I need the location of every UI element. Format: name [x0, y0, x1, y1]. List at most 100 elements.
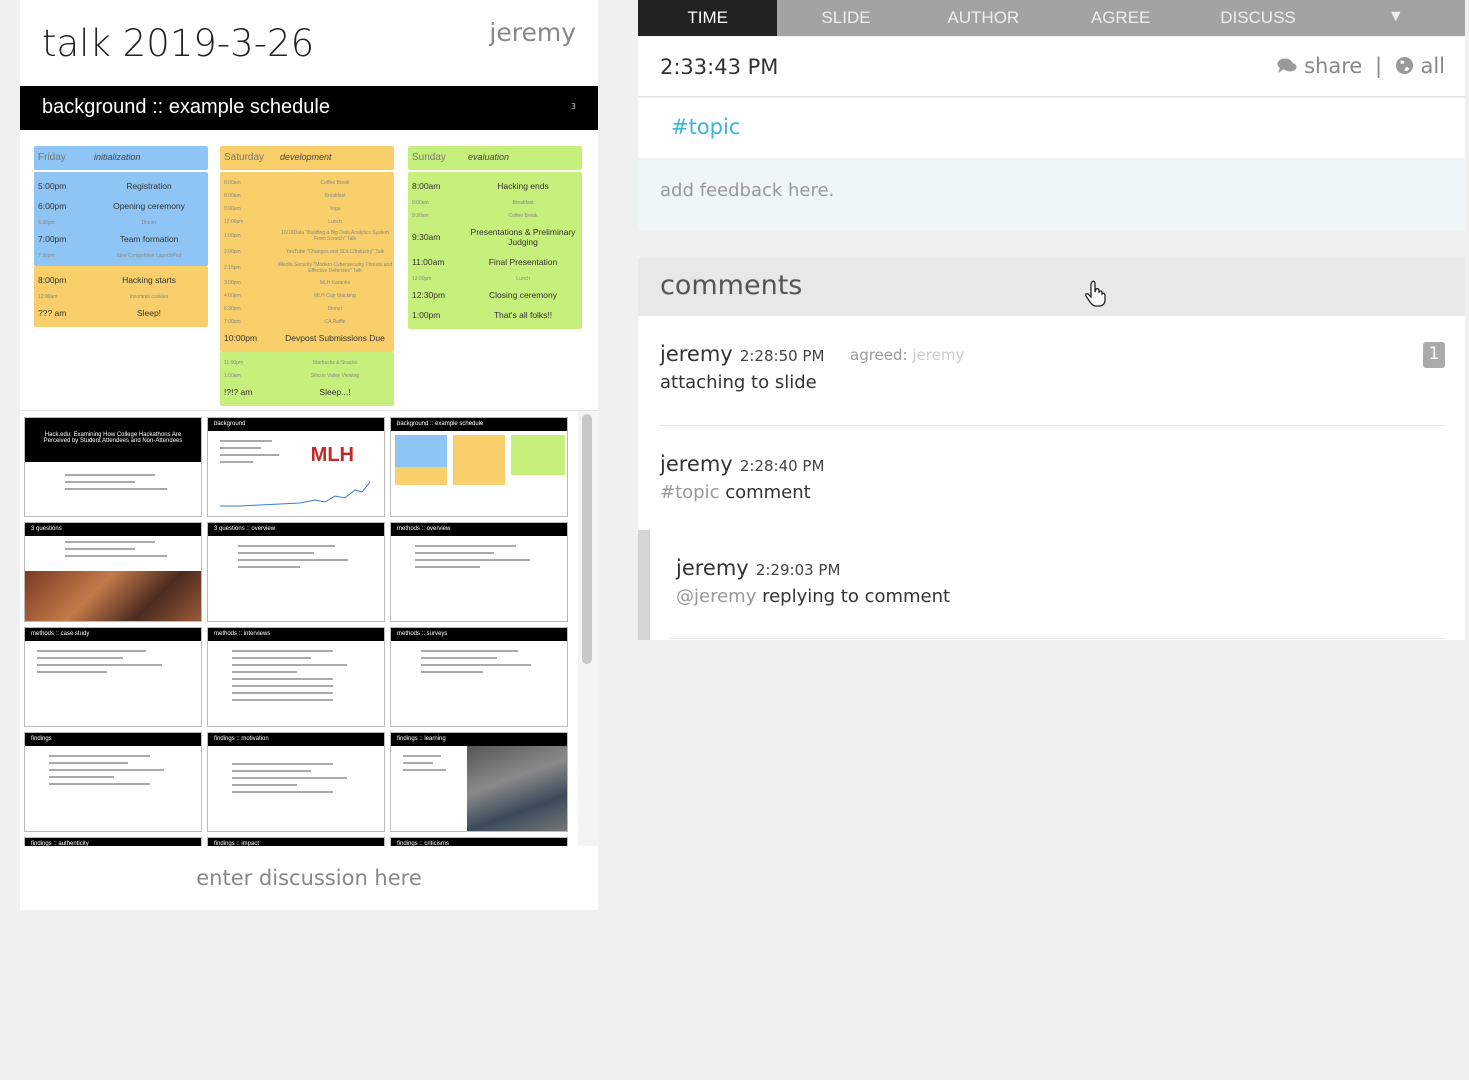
event-name: Sleep...!: [319, 387, 351, 397]
event-name: Breakfast: [324, 192, 346, 199]
event-name: Lunch: [328, 218, 342, 225]
current-time: 2:33:43 PM: [660, 55, 779, 79]
column-body: 8:00am Hacking ends 8:00am Breakfast 9:30a…: [408, 172, 582, 329]
schedule-column-saturday: Saturday development 8:00am Coffee Break …: [220, 146, 394, 406]
event-time: 6:30pm: [224, 305, 241, 312]
share-link[interactable]: share: [1277, 54, 1369, 78]
column-header: Friday initialization: [34, 146, 208, 170]
slide-thumbnail[interactable]: background MLH: [207, 417, 385, 517]
event-name: Closing ceremony: [488, 290, 558, 300]
event-time: 12:00pm: [224, 218, 244, 225]
event-name: Yoga: [329, 205, 341, 212]
event-name: Dinner: [141, 219, 157, 226]
slide-thumbnail[interactable]: methods :: overview: [390, 522, 568, 622]
slide-thumbnail[interactable]: findings: [24, 732, 202, 832]
event-time: 8:00am: [224, 192, 241, 199]
event-time: 12:30pm: [412, 290, 446, 300]
column-day: Saturday: [224, 152, 265, 163]
schedule-event: 8:00am Breakfast: [408, 196, 582, 209]
schedule-event: 12:30pm Closing ceremony: [408, 285, 582, 305]
event-name: Lunch: [516, 275, 530, 282]
event-time: 5:00pm: [38, 181, 67, 191]
event-name: That's all folks!!: [493, 310, 553, 320]
event-name: Registration: [126, 181, 172, 191]
comment-mention[interactable]: @jeremy: [676, 586, 756, 607]
event-time: 9:00am: [224, 205, 241, 212]
thumbnail-title: findings :: impact: [208, 838, 384, 846]
comment-author[interactable]: jeremy: [676, 556, 749, 580]
header-links: share | all: [1277, 54, 1445, 78]
thumbnail-title: findings :: motivation: [208, 733, 384, 746]
slide-thumbnail[interactable]: Hack.edu: Examining How College Hackatho…: [24, 417, 202, 517]
tab-agree[interactable]: AGREE: [1052, 0, 1189, 36]
event-name: Devpost Submissions Due: [285, 333, 385, 343]
event-name: Presentations & Preliminary Judging: [470, 227, 576, 247]
event-name: Team formation: [119, 234, 179, 244]
discussion-input[interactable]: enter discussion here: [20, 850, 598, 908]
schedule-event: 8:00am Breakfast: [220, 189, 394, 202]
tab-discuss[interactable]: DISCUSS: [1189, 0, 1326, 36]
tab-slide[interactable]: SLIDE: [777, 0, 914, 36]
event-name: Coffee Break: [508, 212, 538, 219]
tab-author[interactable]: AUTHOR: [915, 0, 1052, 36]
sort-tabs: TIME SLIDE AUTHOR AGREE DISCUSS ▼: [638, 0, 1465, 36]
schedule-event: 9:30am Presentations & Preliminary Judgin…: [408, 222, 582, 252]
slide-thumbnail[interactable]: background :: example schedule: [390, 417, 568, 517]
comment-author[interactable]: jeremy: [660, 342, 733, 366]
event-time: 4:00pm: [224, 292, 241, 299]
talk-title: talk 2019-3-26: [42, 22, 315, 65]
slide-title: background :: example schedule: [42, 96, 330, 118]
reply-item[interactable]: jeremy 2:29:03 PM @jeremy replying to co…: [676, 556, 1445, 607]
schedule-event: 1:00pm 10/10Data "Building a Big Data Ana…: [220, 228, 394, 244]
slide-thumbnail[interactable]: findings :: criticisms: [390, 837, 568, 846]
comment-topic-tag[interactable]: #topic: [660, 482, 719, 503]
event-name: Hacking ends: [497, 181, 549, 191]
tab-time[interactable]: TIME: [638, 0, 778, 36]
schedule-event: 1:00pm That's all folks!!: [408, 305, 582, 325]
slide-thumbnail[interactable]: 3 questions: [24, 522, 202, 622]
column-day: Friday: [38, 152, 66, 163]
comment-text: comment: [719, 482, 811, 503]
slide-thumbnail[interactable]: methods :: case study: [24, 627, 202, 727]
event-name: Starbucks & Snacks: [312, 359, 358, 366]
comment-item[interactable]: jeremy 2:28:40 PM #topic comment: [660, 452, 1445, 503]
all-link[interactable]: all: [1395, 54, 1445, 78]
thumbnail-title: 3 questions :: overview: [208, 523, 384, 536]
slide-thumbnail[interactable]: methods :: interviews: [207, 627, 385, 727]
comment-item[interactable]: jeremy 2:28:50 PM agreed: jeremy 1 attac…: [660, 342, 1445, 393]
event-name: YouTube "Changes and SDLC/Industry" Talk: [285, 249, 385, 255]
schedule-column-sunday: Sunday evaluation 8:00am Hacking ends 8:0…: [408, 146, 582, 329]
thumbnail-title: findings :: authenticity: [25, 838, 201, 846]
slide-thumbnail[interactable]: methods :: surveys: [390, 627, 568, 727]
event-name: Coffee Break: [320, 179, 350, 186]
schedule-event: 2:00pm YouTube "Changes and SDLC/Industry…: [220, 244, 394, 260]
slide-thumbnail[interactable]: findings :: authenticity: [24, 837, 202, 846]
topic-tag[interactable]: #topic: [671, 115, 740, 139]
slide-thumbnail[interactable]: findings :: learning: [390, 732, 568, 832]
thumbnail-title: 3 questions: [25, 523, 201, 536]
event-time: 8:00am: [412, 199, 429, 206]
tabs-dropdown-toggle[interactable]: ▼: [1327, 0, 1465, 36]
event-name: 10/10Data "Building a Big Data Analytics…: [281, 230, 389, 242]
schedule-event: 4:00pm MLH Cup Stacking: [220, 289, 394, 302]
talk-author[interactable]: jeremy: [489, 18, 576, 47]
slide-thumbnail[interactable]: findings :: motivation: [207, 732, 385, 832]
feedback-input-area[interactable]: add feedback here.: [638, 158, 1465, 230]
schedule-event: 12:00pm Lunch: [220, 215, 394, 228]
event-time: 9:30am: [412, 212, 429, 219]
thumbnail-title: methods :: interviews: [208, 628, 384, 641]
event-time: 11:00am: [412, 257, 445, 267]
event-time: 6:30pm: [38, 219, 55, 226]
schedule-event: 8:00am Hacking ends: [408, 176, 582, 196]
column-body: 8:00am Coffee Break 8:00am Breakfast 9:00a…: [220, 172, 394, 352]
event-name: MLH Cup Stacking: [314, 292, 356, 299]
comments-header: comments: [638, 258, 1465, 316]
slide-thumbnail[interactable]: 3 questions :: overview: [207, 522, 385, 622]
slide-thumbnail[interactable]: findings :: impact: [207, 837, 385, 846]
schedule-column-friday: Friday initialization 5:00pm Registration…: [34, 146, 208, 327]
event-time: 1:00pm: [224, 233, 241, 239]
agree-count-badge[interactable]: 1: [1423, 342, 1445, 368]
comment-author[interactable]: jeremy: [660, 452, 733, 476]
schedule-event: 11:00am Final Presentation: [408, 252, 582, 272]
schedule-event: 6:30pm Dinner: [220, 302, 394, 315]
